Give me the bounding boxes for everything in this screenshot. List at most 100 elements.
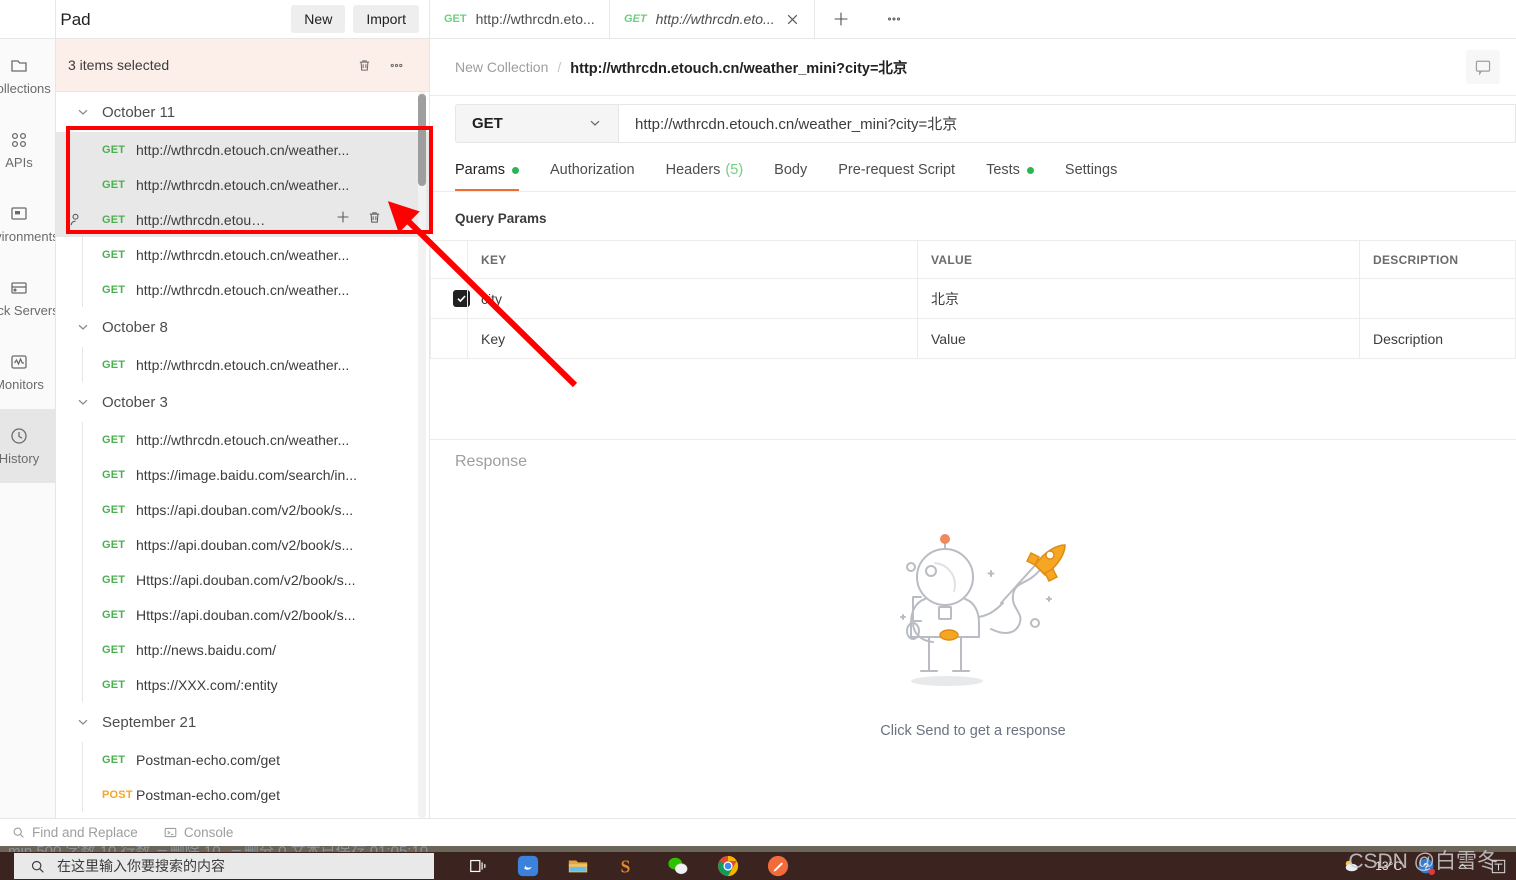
import-button[interactable]: Import bbox=[353, 5, 419, 33]
placeholder-value-cell[interactable]: Value bbox=[917, 318, 1360, 359]
history-item[interactable]: GET Postman-echo.com/get bbox=[56, 742, 429, 777]
new-button[interactable]: New bbox=[291, 5, 346, 33]
edge-icon[interactable] bbox=[516, 854, 540, 878]
tab-params[interactable]: Params bbox=[455, 149, 536, 191]
method-selector[interactable]: GET bbox=[455, 103, 618, 143]
tab-params-label: Params bbox=[455, 162, 505, 178]
request-tab-active[interactable]: GET http://wthrcdn.eto... bbox=[610, 0, 815, 38]
task-view-icon[interactable] bbox=[466, 854, 490, 878]
history-item-url: http://wthrcdn.etouch.cn bbox=[136, 211, 268, 228]
postman-app-window: Collections APIs Environments Mock Serve… bbox=[0, 0, 1516, 880]
chevron-up-icon[interactable] bbox=[1450, 854, 1474, 878]
apis-icon bbox=[9, 130, 29, 150]
history-group-header[interactable]: September 21 bbox=[56, 702, 429, 742]
param-value-cell[interactable]: 北京 bbox=[917, 278, 1360, 319]
new-tab-button[interactable] bbox=[814, 0, 867, 38]
history-item[interactable]: GET http://wthrcdn.etouch.cn/weather... bbox=[56, 347, 429, 382]
history-group-header[interactable]: October 3 bbox=[56, 382, 429, 422]
ime-icon[interactable] bbox=[1486, 854, 1510, 878]
url-input[interactable] bbox=[618, 103, 1516, 143]
plus-icon[interactable] bbox=[334, 208, 352, 231]
url-row: GET bbox=[430, 96, 1516, 150]
chrome-icon[interactable] bbox=[716, 854, 740, 878]
wechat-icon[interactable] bbox=[666, 854, 690, 878]
param-description-cell[interactable] bbox=[1359, 278, 1516, 319]
sidebar-item-history[interactable]: History bbox=[0, 409, 55, 483]
sidebar-item-monitors[interactable]: Monitors bbox=[0, 335, 55, 409]
astronaut-rocket-illustration bbox=[900, 534, 1066, 686]
history-item[interactable]: GET http://wthrcdn.etouch.cn/weather... bbox=[56, 167, 429, 202]
history-item[interactable]: GET Https://api.douban.com/v2/book/s... bbox=[56, 562, 429, 597]
person-icon bbox=[68, 212, 83, 227]
history-item[interactable]: POST Postman-echo.com/get bbox=[56, 777, 429, 812]
request-tab[interactable]: GET http://wthrcdn.eto... bbox=[430, 0, 610, 38]
tab-tests-label: Tests bbox=[986, 162, 1020, 178]
history-item[interactable]: GET http://wthrcdn.etouch.cn/weather... bbox=[56, 422, 429, 457]
more-horizontal-icon[interactable] bbox=[383, 52, 409, 78]
http-method-label: GET bbox=[102, 608, 126, 621]
history-scroll-area[interactable]: October 11 GET http://wthrcdn.etouch.cn/… bbox=[56, 92, 429, 818]
sidebar-item-apis[interactable]: APIs bbox=[0, 113, 55, 187]
placeholder-description-cell[interactable]: Description bbox=[1359, 318, 1516, 359]
snipaste-icon[interactable]: S bbox=[616, 854, 640, 878]
param-key-cell[interactable]: city bbox=[467, 278, 918, 319]
history-item[interactable]: GET Https://api.douban.com/v2/book/s... bbox=[56, 597, 429, 632]
partly-cloudy-icon[interactable] bbox=[1339, 854, 1363, 878]
history-group-label: September 21 bbox=[102, 713, 197, 731]
comment-icon[interactable] bbox=[1466, 50, 1500, 84]
table-row-placeholder: Key Value Description bbox=[430, 318, 1516, 359]
history-item-url: http://wthrcdn.etouch.cn/weather... bbox=[136, 281, 350, 298]
history-item[interactable]: GET https://api.douban.com/v2/book/s... bbox=[56, 492, 429, 527]
breadcrumb-collection[interactable]: New Collection bbox=[455, 59, 548, 75]
taskbar-search-box[interactable]: 在这里输入你要搜索的内容 bbox=[14, 853, 434, 879]
history-item-url: https://image.baidu.com/search/in... bbox=[136, 466, 357, 483]
sidebar-item-environments[interactable]: Environments bbox=[0, 187, 56, 261]
history-item[interactable]: GET https://api.douban.com/v2/book/s... bbox=[56, 527, 429, 562]
tab-pre-request-script[interactable]: Pre-request Script bbox=[838, 149, 972, 191]
breadcrumb-separator: / bbox=[557, 59, 562, 75]
sidebar-item-collections[interactable]: Collections bbox=[0, 39, 55, 113]
more-horizontal-icon bbox=[887, 17, 900, 21]
placeholder-key-cell[interactable]: Key bbox=[467, 318, 918, 359]
response-empty-caption: Click Send to get a response bbox=[880, 723, 1066, 739]
tab-body[interactable]: Body bbox=[774, 149, 824, 191]
history-group-header[interactable]: October 8 bbox=[56, 307, 429, 347]
more-horizontal-icon[interactable] bbox=[397, 209, 413, 230]
http-method-label: GET bbox=[102, 358, 126, 371]
postman-icon[interactable] bbox=[766, 854, 790, 878]
sidebar-label-mock-servers: Mock Servers bbox=[0, 303, 56, 318]
trash-icon[interactable] bbox=[366, 209, 383, 231]
tab-authorization[interactable]: Authorization bbox=[550, 149, 652, 191]
history-item[interactable]: GET http://wthrcdn.etouch.cn/weather... bbox=[56, 272, 429, 307]
taskbar-search-placeholder: 在这里输入你要搜索的内容 bbox=[57, 858, 225, 874]
history-item[interactable]: GET https://XXX.com/:entity bbox=[56, 667, 429, 702]
trash-icon[interactable] bbox=[351, 52, 377, 78]
history-item[interactable]: GET http://news.baidu.com/ bbox=[56, 632, 429, 667]
sidebar-item-mock-servers[interactable]: Mock Servers bbox=[0, 261, 56, 335]
close-icon[interactable] bbox=[785, 12, 800, 27]
history-item[interactable]: GET http://wthrcdn.etouch.cn/weather... bbox=[56, 237, 429, 272]
collections-icon bbox=[9, 56, 29, 76]
history-item-actions bbox=[334, 208, 413, 231]
tab-tests[interactable]: Tests bbox=[986, 149, 1051, 191]
history-item[interactable]: GET http://wthrcdn.etouch.cn/weather... bbox=[56, 132, 429, 167]
find-and-replace-button[interactable]: Find and Replace bbox=[12, 825, 138, 840]
sidebar-label-environments: Environments bbox=[0, 229, 56, 244]
tab-settings[interactable]: Settings bbox=[1065, 149, 1134, 191]
sidebar-scrollbar[interactable] bbox=[418, 92, 426, 818]
help-icon[interactable]: ? bbox=[1414, 854, 1438, 878]
monitors-icon bbox=[9, 352, 29, 372]
tab-bar-filler bbox=[920, 0, 1516, 38]
tab-bar-more-button[interactable] bbox=[866, 0, 921, 38]
history-item[interactable]: GET http://wthrcdn.etouch.cn bbox=[56, 202, 429, 237]
file-explorer-icon[interactable] bbox=[566, 854, 590, 878]
http-method-label: GET bbox=[102, 468, 126, 481]
history-group-label: October 3 bbox=[102, 393, 168, 411]
console-button[interactable]: Console bbox=[164, 825, 233, 840]
history-item[interactable]: GET https://image.baidu.com/search/in... bbox=[56, 457, 429, 492]
history-group-header[interactable]: October 11 bbox=[56, 92, 429, 132]
param-row-checkbox-cell bbox=[430, 278, 470, 319]
table-header-row: KEY VALUE DESCRIPTION bbox=[430, 240, 1516, 279]
sidebar-scrollbar-thumb[interactable] bbox=[418, 94, 426, 186]
tab-headers[interactable]: Headers (5) bbox=[666, 149, 761, 191]
